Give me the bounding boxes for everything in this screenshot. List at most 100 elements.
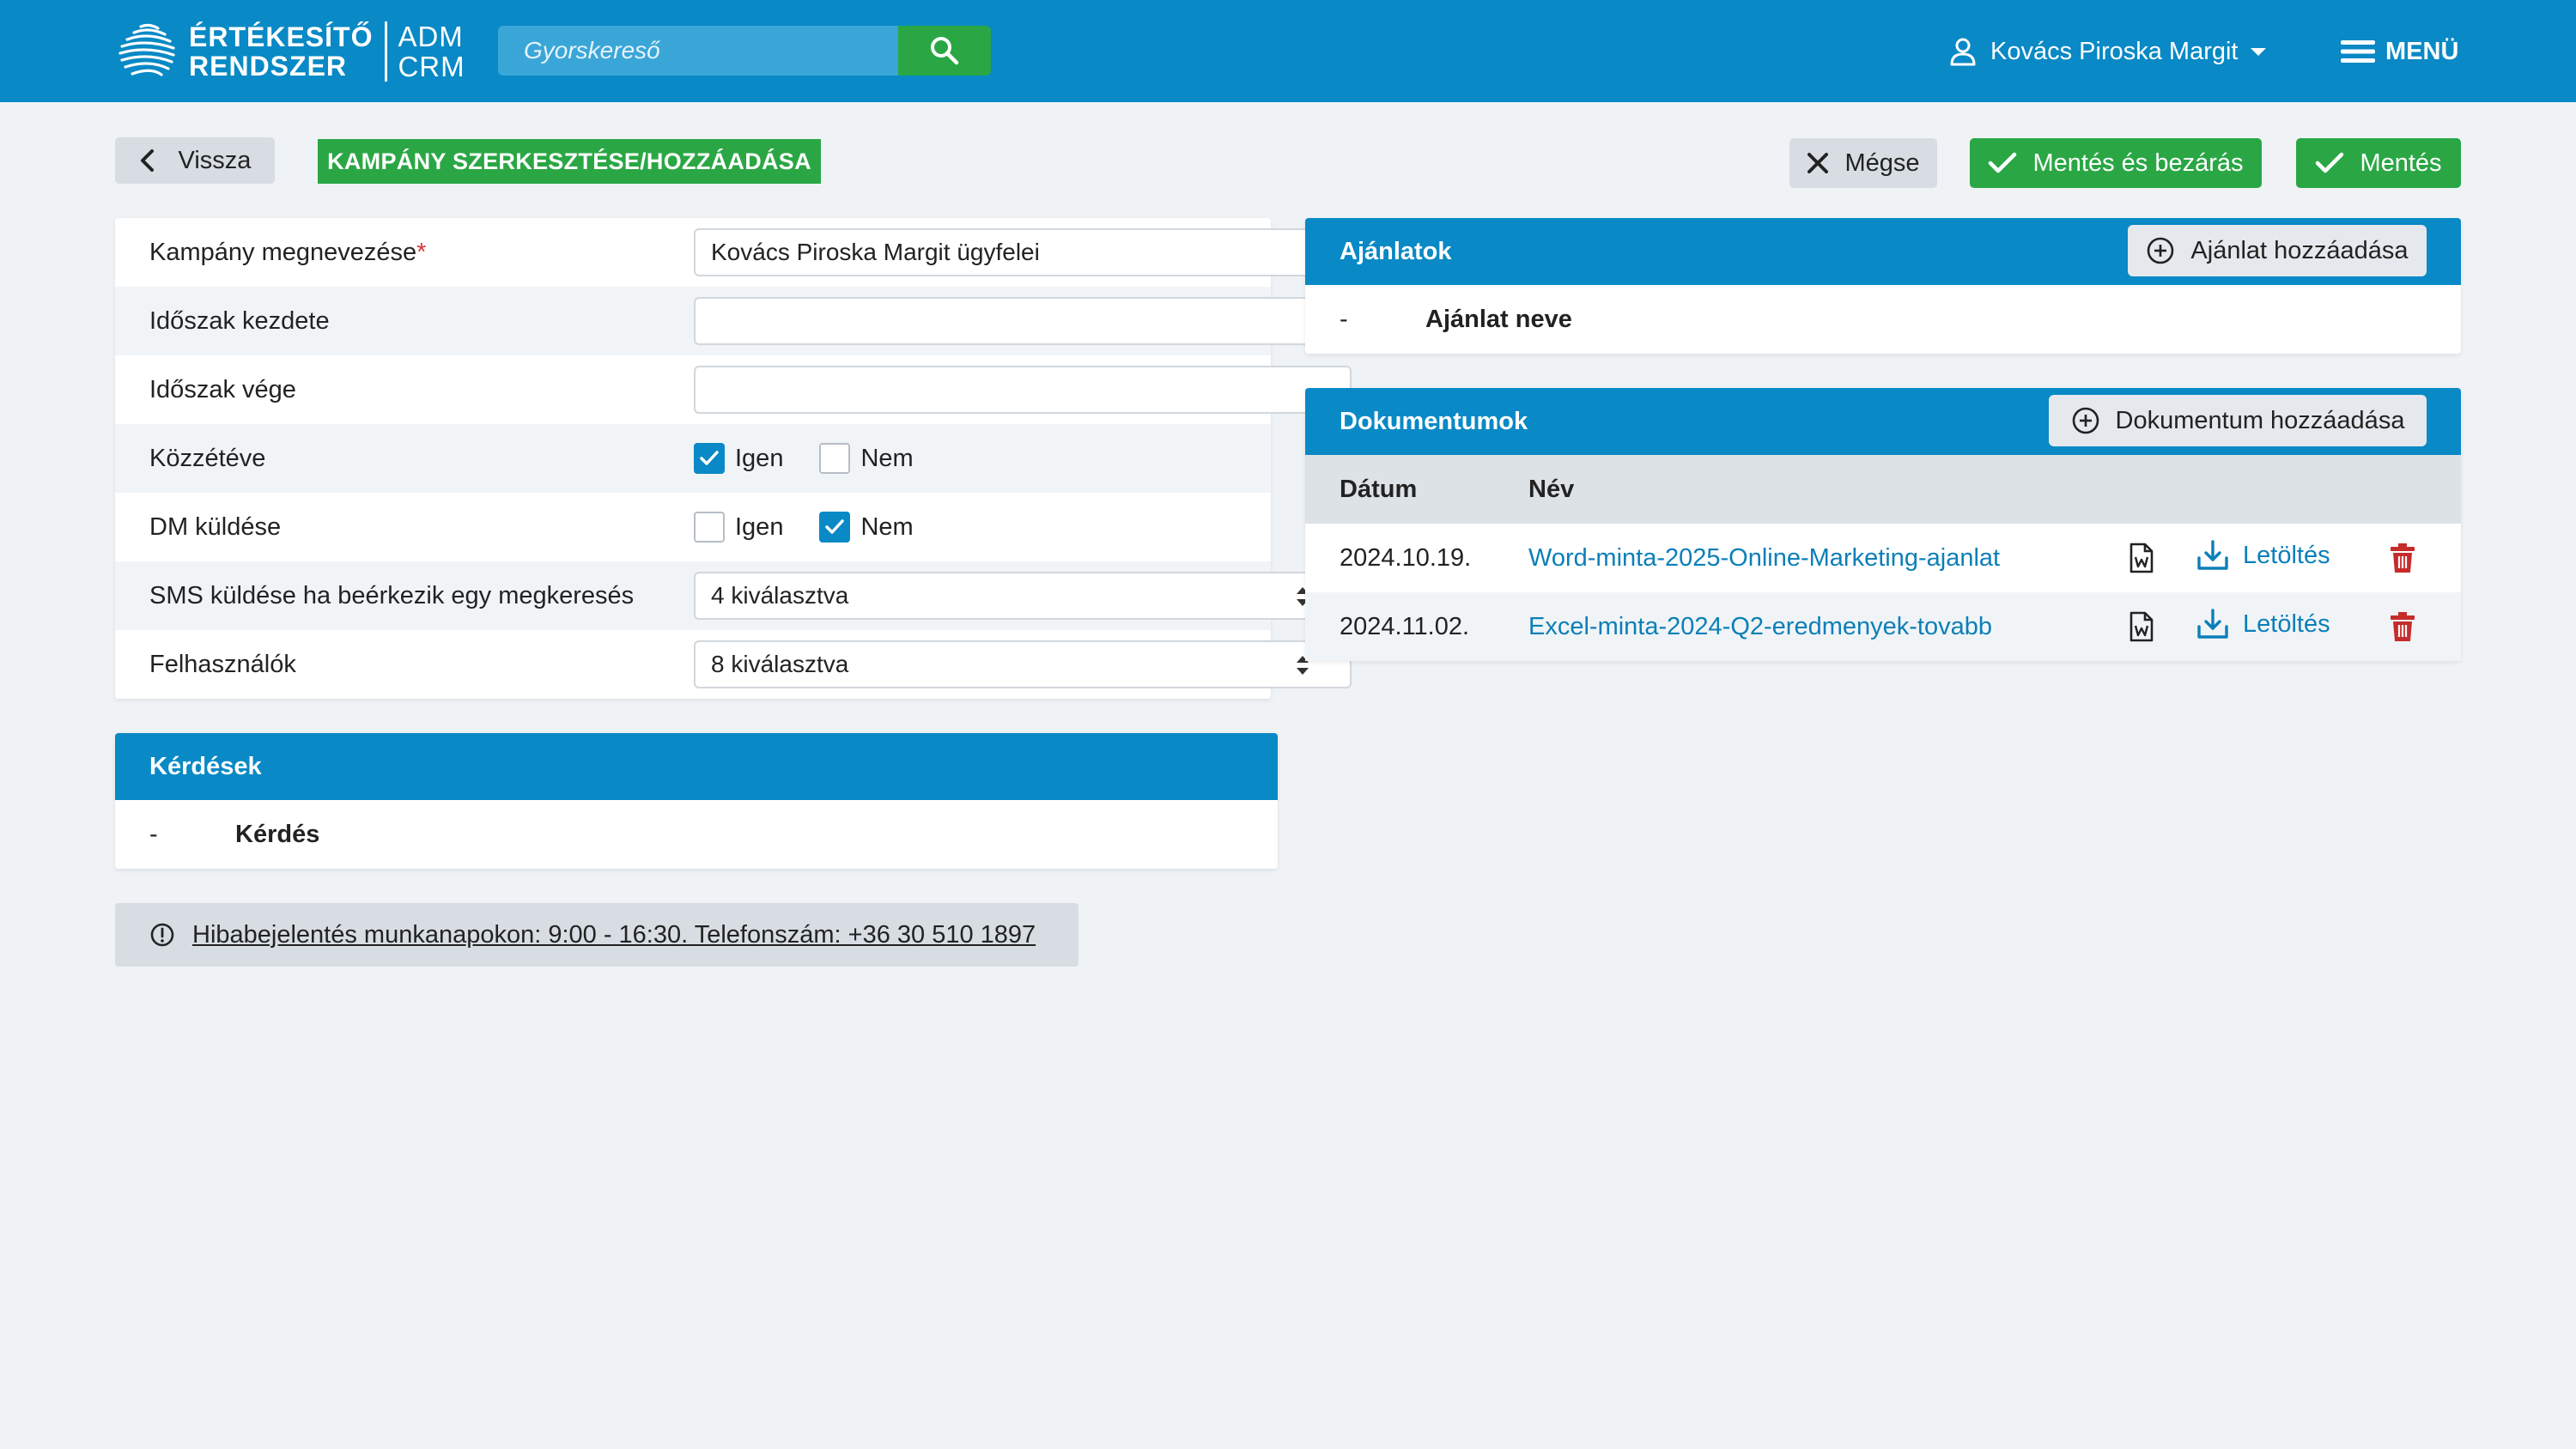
period-end-input[interactable] bbox=[694, 366, 1352, 414]
quick-search-input[interactable] bbox=[498, 26, 898, 76]
top-navigation-bar: ÉRTÉKESÍTŐ RENDSZER ADM CRM Kovács Piros… bbox=[0, 0, 2576, 102]
doc-date: 2024.11.02. bbox=[1340, 612, 1470, 640]
col-date-header: Dátum bbox=[1340, 475, 1418, 503]
offers-title: Ajánlatok bbox=[1340, 237, 1452, 265]
app-logo[interactable]: ÉRTÉKESÍTŐ RENDSZER ADM CRM bbox=[115, 19, 465, 84]
form-row-name: Kampány megnevezése* bbox=[115, 218, 1352, 287]
download-button[interactable]: Letöltés bbox=[2196, 608, 2330, 640]
form-row-sms: SMS küldése ha beérkezik egy megkeresés … bbox=[115, 561, 1352, 630]
save-and-close-label: Mentés és bezárás bbox=[2032, 149, 2244, 177]
documents-table-header: Dátum Név bbox=[1305, 455, 2461, 524]
required-marker: * bbox=[416, 238, 427, 266]
user-name: Kovács Piroska Margit bbox=[1990, 37, 2239, 65]
download-icon bbox=[2197, 609, 2228, 639]
dm-no-checkbox[interactable] bbox=[819, 512, 851, 543]
back-label: Vissza bbox=[178, 146, 252, 174]
trash-icon[interactable] bbox=[2389, 611, 2416, 642]
logo-sub-1: ADM bbox=[398, 21, 464, 52]
form-row-start: Időszak kezdete bbox=[115, 287, 1352, 355]
check-icon bbox=[700, 451, 719, 465]
table-row: 2024.11.02. Excel-minta-2024-Q2-eredmeny… bbox=[1305, 592, 2461, 661]
doc-date: 2024.10.19. bbox=[1340, 543, 1472, 572]
download-button[interactable]: Letöltés bbox=[2196, 539, 2330, 572]
cancel-label: Mégse bbox=[1844, 149, 1920, 177]
published-no-label[interactable]: Nem bbox=[860, 445, 913, 473]
logo-line-1: ÉRTÉKESÍTŐ bbox=[189, 21, 374, 52]
main-menu-button[interactable]: MENÜ bbox=[2341, 34, 2458, 69]
save-label: Mentés bbox=[2360, 149, 2442, 177]
published-options: Igen Nem bbox=[694, 443, 950, 474]
download-icon bbox=[2197, 540, 2228, 570]
dm-options: Igen Nem bbox=[694, 512, 950, 543]
users-select-value: 8 kiválasztva bbox=[711, 651, 849, 677]
questions-panel: Kérdések - Kérdés bbox=[115, 733, 1278, 869]
dm-yes-label[interactable]: Igen bbox=[735, 513, 783, 542]
dm-no-label[interactable]: Nem bbox=[860, 513, 913, 542]
campaign-name-label-text: Kampány megnevezése bbox=[149, 238, 417, 266]
check-icon bbox=[2316, 152, 2344, 173]
add-offer-button[interactable]: Ajánlat hozzáadása bbox=[2128, 225, 2427, 276]
add-document-label: Dokumentum hozzáadása bbox=[2115, 406, 2405, 434]
users-label: Felhasználók bbox=[149, 650, 296, 678]
save-and-close-button[interactable]: Mentés és bezárás bbox=[1970, 138, 2262, 188]
sms-select-value: 4 kiválasztva bbox=[711, 582, 849, 609]
menu-label: MENÜ bbox=[2385, 37, 2459, 65]
questions-row: - Kérdés bbox=[115, 800, 1278, 869]
user-menu[interactable]: Kovács Piroska Margit bbox=[1947, 34, 2266, 69]
logo-product: ADM CRM bbox=[398, 21, 465, 82]
page-title: KAMPÁNY SZERKESZTÉSE/HOZZÁADÁSA bbox=[318, 139, 821, 184]
questions-header: Kérdések bbox=[115, 733, 1278, 800]
add-document-button[interactable]: Dokumentum hozzáadása bbox=[2049, 395, 2427, 446]
add-offer-label: Ajánlat hozzáadása bbox=[2190, 236, 2409, 264]
published-no-checkbox[interactable] bbox=[819, 443, 851, 474]
search-button[interactable] bbox=[898, 26, 991, 76]
form-row-dm: DM küldése Igen Nem bbox=[115, 493, 1271, 561]
trash-icon[interactable] bbox=[2389, 543, 2416, 573]
campaign-name-label: Kampány megnevezése* bbox=[149, 239, 426, 267]
offers-column-header: Ajánlat neve bbox=[1425, 305, 1572, 333]
word-file-icon[interactable] bbox=[2128, 543, 2155, 573]
logo-mark-icon bbox=[118, 23, 175, 76]
questions-dash: - bbox=[149, 820, 158, 848]
plus-circle-icon bbox=[2148, 237, 2174, 264]
offers-dash: - bbox=[1340, 305, 1348, 333]
logo-line-2: RENDSZER bbox=[189, 51, 348, 82]
campaign-form: Kampány megnevezése* Időszak kezdete Idő… bbox=[115, 218, 1352, 699]
word-file-icon[interactable] bbox=[2128, 611, 2155, 642]
campaign-name-input[interactable] bbox=[694, 228, 1352, 276]
sms-label: SMS küldése ha beérkezik egy megkeresés bbox=[149, 581, 635, 609]
published-yes-checkbox[interactable] bbox=[694, 443, 725, 474]
users-select[interactable]: 8 kiválasztva bbox=[694, 640, 1352, 688]
quick-search bbox=[498, 26, 991, 76]
support-notice[interactable]: Hibabejelentés munkanapokon: 9:00 - 16:3… bbox=[115, 903, 1078, 967]
logo-divider bbox=[385, 21, 388, 82]
close-icon bbox=[1807, 153, 1829, 173]
doc-name-link[interactable]: Excel-minta-2024-Q2-eredmenyek-tovabb bbox=[1528, 613, 1992, 641]
period-start-input[interactable] bbox=[694, 297, 1352, 345]
support-notice-text: Hibabejelentés munkanapokon: 9:00 - 16:3… bbox=[192, 920, 1036, 949]
logo-sub-2: CRM bbox=[398, 51, 465, 82]
dm-yes-checkbox[interactable] bbox=[694, 512, 725, 543]
documents-panel: Dokumentumok Dokumentum hozzáadása Dátum… bbox=[1305, 388, 2461, 661]
published-yes-label[interactable]: Igen bbox=[735, 445, 783, 473]
form-row-published: Közzétéve Igen Nem bbox=[115, 424, 1271, 493]
plus-circle-icon bbox=[2072, 407, 2099, 434]
user-icon bbox=[1950, 38, 1976, 66]
check-icon bbox=[825, 519, 845, 534]
questions-column-header: Kérdés bbox=[235, 820, 320, 848]
caret-down-icon bbox=[2250, 47, 2266, 56]
form-row-end: Időszak vége bbox=[115, 355, 1352, 424]
back-button[interactable]: Vissza bbox=[115, 137, 275, 184]
period-start-label: Időszak kezdete bbox=[149, 306, 330, 335]
published-label: Közzétéve bbox=[149, 444, 266, 472]
documents-title: Dokumentumok bbox=[1340, 407, 1528, 435]
period-end-label: Időszak vége bbox=[149, 375, 296, 403]
doc-name-link[interactable]: Word-minta-2025-Online-Marketing-ajanlat bbox=[1528, 544, 2000, 573]
download-label: Letöltés bbox=[2243, 609, 2330, 638]
info-icon bbox=[150, 923, 174, 947]
search-icon bbox=[931, 37, 959, 65]
save-button[interactable]: Mentés bbox=[2296, 138, 2461, 188]
dm-label: DM küldése bbox=[149, 512, 282, 541]
sms-select[interactable]: 4 kiválasztva bbox=[694, 572, 1352, 620]
cancel-button[interactable]: Mégse bbox=[1789, 138, 1937, 188]
